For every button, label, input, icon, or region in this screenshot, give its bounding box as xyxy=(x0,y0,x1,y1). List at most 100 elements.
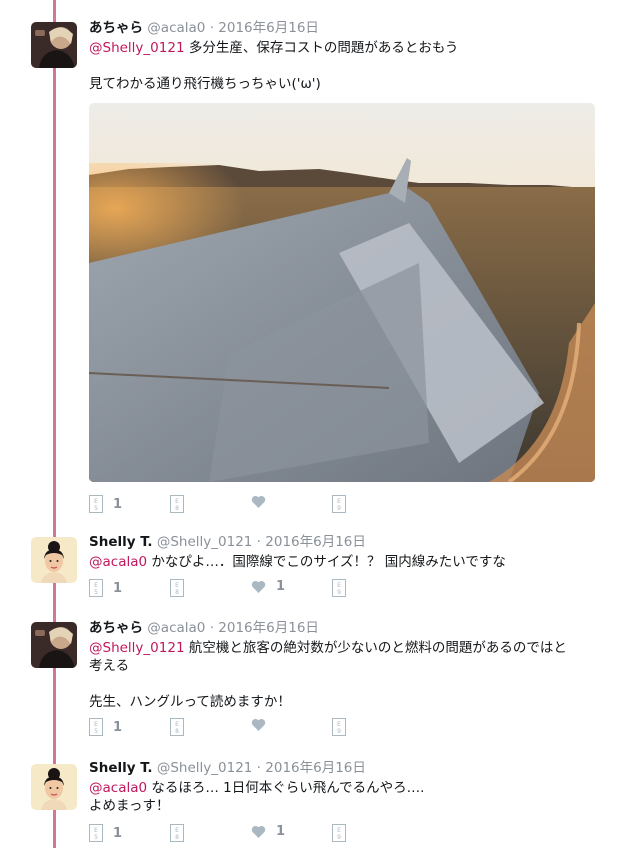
tweet-text-body: かなぴよ…．国際線でこのサイズ！？ 国内線みたいですな xyxy=(147,554,506,570)
tweet-text: @Shelly_0121 航空機と旅客の絶対数が少ないのと燃料の問題があるのでは… xyxy=(89,639,596,675)
svg-text:E: E xyxy=(94,827,98,834)
heart-icon xyxy=(251,718,266,731)
display-name[interactable]: Shelly T. xyxy=(89,534,153,550)
svg-text:E: E xyxy=(175,582,179,589)
reply-button[interactable]: E5 1 xyxy=(89,579,122,597)
tweet-actions: E5 1 E8 1 E9 xyxy=(89,824,596,842)
reply-count: 1 xyxy=(113,825,123,841)
svg-text:E: E xyxy=(94,582,98,589)
display-name[interactable]: Shelly T. xyxy=(89,760,153,776)
retweet-button[interactable]: E8 xyxy=(170,495,184,513)
direct-message-button[interactable]: E9 xyxy=(332,579,346,597)
reply-count: 1 xyxy=(113,496,123,512)
like-button[interactable]: 1 xyxy=(251,579,285,594)
like-count: 1 xyxy=(276,824,286,839)
tweet-text: @acala0 かなぴよ…．国際線でこのサイズ！？ 国内線みたいですな xyxy=(89,553,596,571)
direct-message-button[interactable]: E9 xyxy=(332,495,346,513)
direct-message-button[interactable]: E9 xyxy=(332,718,346,736)
svg-text:8: 8 xyxy=(175,589,179,596)
svg-text:5: 5 xyxy=(94,834,98,841)
direct-message-icon: E9 xyxy=(332,579,346,597)
svg-text:E: E xyxy=(337,498,341,505)
tweet-actions: E5 1 E8 E9 xyxy=(89,718,596,736)
username[interactable]: @Shelly_0121 xyxy=(157,760,253,776)
reply-icon: E5 xyxy=(89,495,103,513)
svg-text:9: 9 xyxy=(337,505,341,512)
svg-text:E: E xyxy=(337,582,341,589)
like-button[interactable] xyxy=(251,495,266,509)
svg-text:E: E xyxy=(337,721,341,728)
avatar[interactable] xyxy=(31,622,77,668)
tweet-text-continued: 考える xyxy=(89,658,130,674)
tweet-actions: E5 1 E8 E9 xyxy=(89,495,596,513)
thread-line xyxy=(53,0,56,848)
svg-text:5: 5 xyxy=(94,589,98,596)
svg-text:9: 9 xyxy=(337,834,341,841)
timestamp[interactable]: 2016年6月16日 xyxy=(265,534,366,550)
tweet-text-paragraph: 見てわかる通り飛行機ちっちゃい('ω') xyxy=(89,76,321,92)
svg-text:8: 8 xyxy=(175,834,179,841)
svg-text:E: E xyxy=(94,498,98,505)
svg-text:5: 5 xyxy=(94,728,98,735)
username[interactable]: @acala0 xyxy=(147,20,205,36)
tweet-text-continued: よめまっす！ xyxy=(89,798,170,814)
display-name[interactable]: あちゃら xyxy=(89,20,143,36)
svg-text:9: 9 xyxy=(337,589,341,596)
avatar[interactable] xyxy=(31,22,77,68)
separator: · xyxy=(209,20,214,36)
svg-text:E: E xyxy=(94,721,98,728)
avatar[interactable] xyxy=(31,537,77,583)
reply-button[interactable]: E5 1 xyxy=(89,824,122,842)
reply-button[interactable]: E5 1 xyxy=(89,495,122,513)
avatar[interactable] xyxy=(31,764,77,810)
mention-link[interactable]: @Shelly_0121 xyxy=(89,40,185,56)
username[interactable]: @Shelly_0121 xyxy=(157,534,253,550)
svg-text:E: E xyxy=(175,827,179,834)
tweet-header: あちゃら @acala0 · 2016年6月16日 xyxy=(89,619,596,637)
like-button[interactable]: 1 xyxy=(251,824,285,839)
retweet-button[interactable]: E8 xyxy=(170,579,184,597)
svg-text:8: 8 xyxy=(175,505,179,512)
tweet-text-body: なるほろ… 1日何本ぐらい飛んでるんやろ…. xyxy=(147,780,425,796)
direct-message-icon: E9 xyxy=(332,495,346,513)
timestamp[interactable]: 2016年6月16日 xyxy=(218,20,319,36)
svg-text:5: 5 xyxy=(94,505,98,512)
reply-count: 1 xyxy=(113,719,123,735)
mention-link[interactable]: @Shelly_0121 xyxy=(89,640,185,656)
like-count: 1 xyxy=(276,579,286,594)
reply-icon: E5 xyxy=(89,824,103,842)
like-button[interactable] xyxy=(251,718,266,732)
svg-text:8: 8 xyxy=(175,728,179,735)
tweet-text-body: 多分生産、保存コストの問題があるとおもう xyxy=(184,40,459,56)
tweet-text: @acala0 なるほろ… 1日何本ぐらい飛んでるんやろ…. よめまっす！ xyxy=(89,779,596,815)
direct-message-icon: E9 xyxy=(332,718,346,736)
display-name[interactable]: あちゃら xyxy=(89,620,143,636)
tweet-text-paragraph: 先生、ハングルって読めますか！ xyxy=(89,694,291,710)
heart-icon xyxy=(251,825,266,838)
timestamp[interactable]: 2016年6月16日 xyxy=(218,620,319,636)
tweet-text: @Shelly_0121 多分生産、保存コストの問題があるとおもう xyxy=(89,39,596,57)
tweet-text-body: 航空機と旅客の絶対数が少ないのと燃料の問題があるのではと xyxy=(184,640,567,656)
retweet-icon: E8 xyxy=(170,495,184,513)
svg-text:E: E xyxy=(175,498,179,505)
reply-icon: E5 xyxy=(89,579,103,597)
heart-icon xyxy=(251,495,266,508)
tweet-header: あちゃら @acala0 · 2016年6月16日 xyxy=(89,19,596,37)
retweet-button[interactable]: E8 xyxy=(170,718,184,736)
reply-button[interactable]: E5 1 xyxy=(89,718,122,736)
timestamp[interactable]: 2016年6月16日 xyxy=(265,760,366,776)
retweet-icon: E8 xyxy=(170,579,184,597)
separator: · xyxy=(209,620,214,636)
tweet-photo[interactable] xyxy=(89,103,595,482)
reply-count: 1 xyxy=(113,580,123,596)
svg-text:E: E xyxy=(175,721,179,728)
tweet-actions: E5 1 E8 1 E9 xyxy=(89,579,596,597)
svg-text:E: E xyxy=(337,827,341,834)
direct-message-button[interactable]: E9 xyxy=(332,824,346,842)
retweet-button[interactable]: E8 xyxy=(170,824,184,842)
separator: · xyxy=(256,534,261,550)
mention-link[interactable]: @acala0 xyxy=(89,780,147,796)
mention-link[interactable]: @acala0 xyxy=(89,554,147,570)
username[interactable]: @acala0 xyxy=(147,620,205,636)
direct-message-icon: E9 xyxy=(332,824,346,842)
